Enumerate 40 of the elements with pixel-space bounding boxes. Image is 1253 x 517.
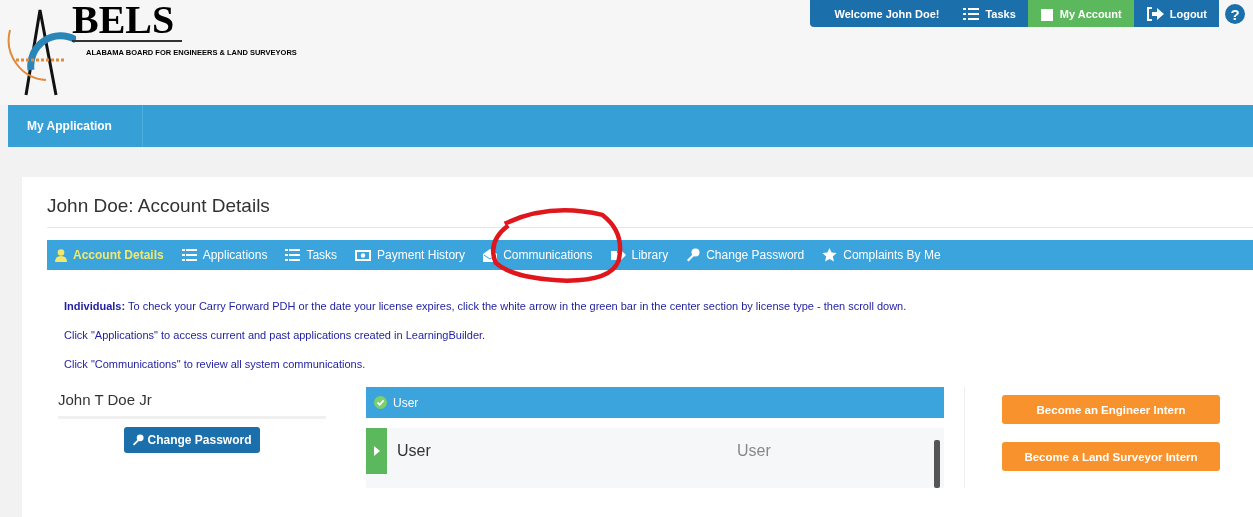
play-icon	[373, 446, 380, 456]
key-icon	[686, 248, 701, 262]
logo-text: BELS	[72, 0, 182, 42]
top-menu-link[interactable]: My Account	[1027, 0, 1134, 27]
banknote-icon	[355, 249, 372, 261]
tab[interactable]: Library	[610, 248, 669, 262]
logout-icon	[1145, 6, 1164, 21]
list-icon	[181, 249, 197, 261]
share-icon	[610, 249, 626, 261]
building-icon	[1039, 6, 1054, 21]
profile-name: John T Doe Jr	[58, 387, 326, 419]
list-icon	[963, 7, 980, 20]
info-text: Click "Communications" to review all system communications.	[64, 357, 367, 372]
scrollbar[interactable]	[934, 440, 940, 488]
check-circle-icon	[374, 396, 387, 409]
info-text: Individuals: To check your Carry Forward PDH or the date your license expires, click the white arrow in the green bar in the center section by license type - then scroll down.	[64, 299, 908, 314]
tab[interactable]: Communications	[483, 248, 593, 262]
info-text: Click "Applications" to access current and past applications created in LearningBuilder.	[64, 328, 487, 343]
key-icon	[132, 434, 145, 446]
tab[interactable]: Applications	[181, 248, 268, 262]
nav-link[interactable]: My Application	[8, 105, 143, 147]
tab[interactable]: Complaints By Me	[822, 248, 941, 262]
action-button[interactable]: Become an Engineer Intern	[1002, 395, 1220, 424]
envelope-icon	[483, 248, 498, 262]
list-icon	[285, 249, 301, 261]
expand-button[interactable]	[366, 428, 387, 474]
change-password-button[interactable]: Change Password	[124, 427, 260, 453]
tab[interactable]: Account Details	[55, 248, 164, 262]
welcome-text: Welcome John Doe!	[833, 6, 941, 22]
tab[interactable]: Payment History	[355, 248, 466, 262]
license-header-text: User	[393, 395, 419, 410]
tab[interactable]: Tasks	[285, 248, 338, 262]
page-title: John Doe: Account Details	[47, 195, 1253, 228]
star-icon	[822, 248, 838, 262]
tab[interactable]: Change Password	[686, 248, 805, 262]
help-button[interactable]: ?	[1225, 4, 1245, 24]
license-name: User	[397, 442, 432, 460]
license-type: User	[737, 442, 771, 460]
action-button[interactable]: Become a Land Surveyor Intern	[1002, 442, 1220, 471]
user-icon	[55, 248, 67, 262]
